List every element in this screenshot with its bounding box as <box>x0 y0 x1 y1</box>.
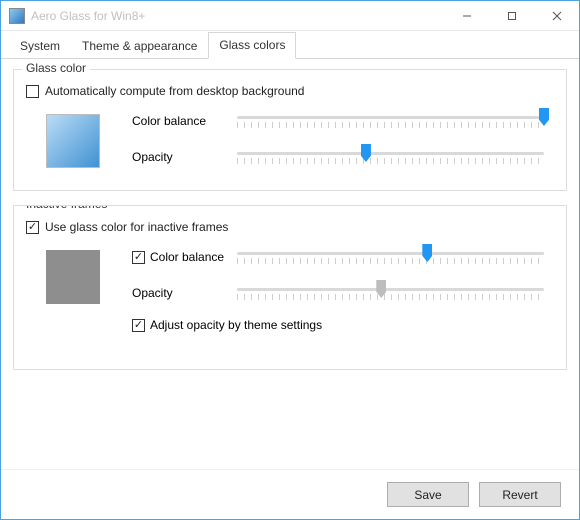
group-glass-color-legend: Glass color <box>22 61 90 75</box>
inactive-color-swatch[interactable] <box>46 250 100 304</box>
adjust-opacity-label: Adjust opacity by theme settings <box>150 318 322 332</box>
save-button[interactable]: Save <box>387 482 469 507</box>
tab-theme[interactable]: Theme & appearance <box>71 33 208 59</box>
slider-ticks <box>237 158 544 164</box>
adjust-opacity-label-wrap: Adjust opacity by theme settings <box>132 318 322 332</box>
use-glass-row: Use glass color for inactive frames <box>26 220 554 234</box>
glass-opacity-slider[interactable] <box>237 146 544 168</box>
slider-ticks <box>237 258 544 264</box>
inactive-opacity-row: Opacity <box>132 282 544 304</box>
auto-compute-row: Automatically compute from desktop backg… <box>26 84 554 98</box>
inactive-opacity-label: Opacity <box>132 286 237 300</box>
maximize-button[interactable] <box>489 1 534 30</box>
slider-track <box>237 288 544 291</box>
glass-color-balance-slider[interactable] <box>237 110 544 132</box>
minimize-icon <box>462 11 472 21</box>
glass-color-swatch[interactable] <box>46 114 100 168</box>
slider-track <box>237 152 544 155</box>
close-icon <box>552 11 562 21</box>
slider-ticks <box>237 294 544 300</box>
inactive-preview-row: Color balance Opacity <box>26 246 554 346</box>
group-glass-color: Glass color Automatically compute from d… <box>13 69 567 191</box>
titlebar: Aero Glass for Win8+ <box>1 1 579 31</box>
app-window: Aero Glass for Win8+ System Theme & appe… <box>0 0 580 520</box>
close-button[interactable] <box>534 1 579 30</box>
inactive-color-balance-checkbox[interactable] <box>132 251 145 264</box>
glass-sliders: Color balance Opacity <box>132 110 554 182</box>
inactive-color-balance-label: Color balance <box>132 250 237 264</box>
window-controls <box>444 1 579 30</box>
window-title: Aero Glass for Win8+ <box>31 9 444 23</box>
group-inactive-legend: Inactive frames <box>22 205 111 211</box>
footer: Save Revert <box>1 469 579 519</box>
use-glass-label: Use glass color for inactive frames <box>45 220 228 234</box>
auto-compute-checkbox[interactable] <box>26 85 39 98</box>
app-icon <box>9 8 25 24</box>
maximize-icon <box>507 11 517 21</box>
inactive-color-balance-label-text: Color balance <box>150 250 224 264</box>
use-glass-checkbox[interactable] <box>26 221 39 234</box>
glass-opacity-row: Opacity <box>132 146 544 168</box>
inactive-sliders: Color balance Opacity <box>132 246 554 346</box>
adjust-opacity-checkbox[interactable] <box>132 319 145 332</box>
tab-content: Glass color Automatically compute from d… <box>1 59 579 469</box>
slider-track <box>237 116 544 119</box>
tab-system[interactable]: System <box>9 33 71 59</box>
glass-color-balance-row: Color balance <box>132 110 544 132</box>
tab-glass-colors[interactable]: Glass colors <box>208 32 296 59</box>
group-inactive-frames: Inactive frames Use glass color for inac… <box>13 205 567 370</box>
inactive-opacity-slider[interactable] <box>237 282 544 304</box>
slider-track <box>237 252 544 255</box>
tab-bar: System Theme & appearance Glass colors <box>1 31 579 59</box>
inactive-color-balance-slider[interactable] <box>237 246 544 268</box>
inactive-color-balance-row: Color balance <box>132 246 544 268</box>
revert-button[interactable]: Revert <box>479 482 561 507</box>
glass-color-balance-label: Color balance <box>132 114 237 128</box>
slider-ticks <box>237 122 544 128</box>
auto-compute-label: Automatically compute from desktop backg… <box>45 84 304 98</box>
glass-preview-row: Color balance Opacity <box>26 110 554 182</box>
minimize-button[interactable] <box>444 1 489 30</box>
glass-opacity-label: Opacity <box>132 150 237 164</box>
adjust-opacity-row: Adjust opacity by theme settings <box>132 318 544 332</box>
